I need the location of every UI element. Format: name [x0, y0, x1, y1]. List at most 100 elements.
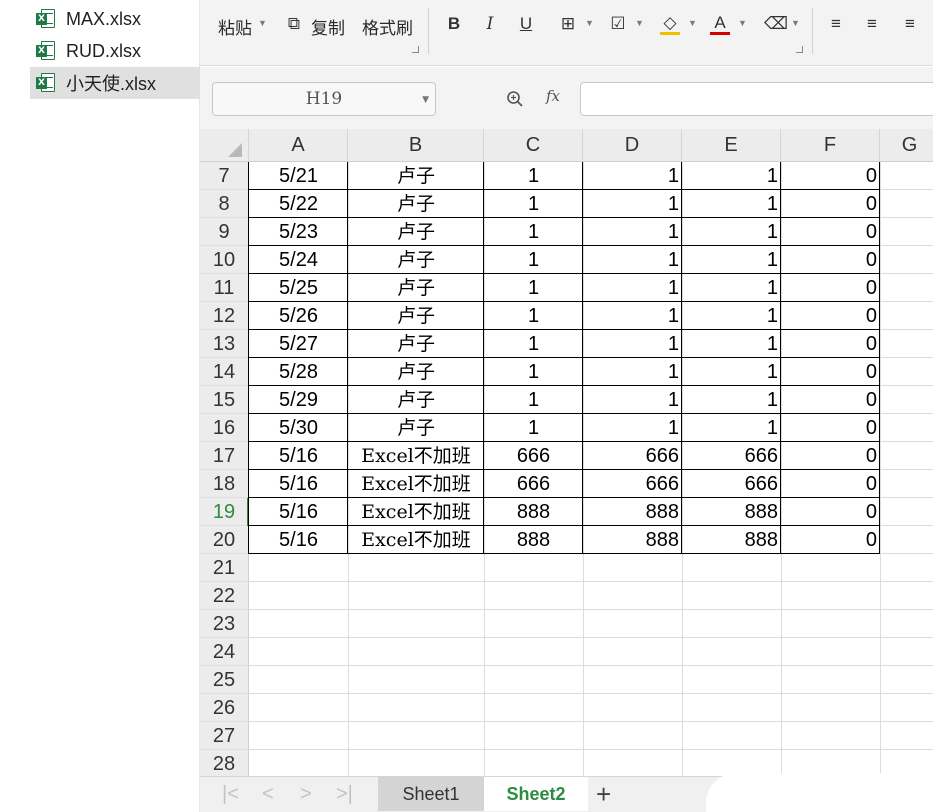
cell-e15[interactable]: 1 [682, 386, 781, 414]
tab-sheet1[interactable]: Sheet1 [378, 777, 484, 811]
cell-e16[interactable]: 1 [682, 414, 781, 442]
cell-e22[interactable] [682, 582, 781, 610]
cell-e17[interactable]: 666 [682, 442, 781, 470]
row-header[interactable]: 21 [200, 554, 249, 582]
cell-f14[interactable]: 0 [781, 358, 880, 386]
cell-e27[interactable] [682, 722, 781, 750]
cell-d21[interactable] [583, 554, 682, 582]
cell-a14[interactable]: 5/28 [249, 358, 348, 386]
cell-c18[interactable]: 666 [484, 470, 583, 498]
cell-b12[interactable]: 卢子 [348, 302, 484, 330]
first-sheet-icon[interactable]: |< [222, 783, 239, 806]
cell-a11[interactable]: 5/25 [249, 274, 348, 302]
cell-c8[interactable]: 1 [484, 190, 583, 218]
cell-a8[interactable]: 5/22 [249, 190, 348, 218]
cell-f15[interactable]: 0 [781, 386, 880, 414]
cell-a12[interactable]: 5/26 [249, 302, 348, 330]
cell-f24[interactable] [781, 638, 880, 666]
row-header[interactable]: 23 [200, 610, 249, 638]
cell-f27[interactable] [781, 722, 880, 750]
column-header-e[interactable]: E [682, 129, 781, 162]
row-header[interactable]: 12 [200, 302, 249, 330]
row-header[interactable]: 8 [200, 190, 249, 218]
cell-d26[interactable] [583, 694, 682, 722]
cell-b20[interactable]: Excel不加班 [348, 526, 484, 554]
row-header[interactable]: 15 [200, 386, 249, 414]
prev-sheet-icon[interactable]: < [262, 783, 274, 806]
cell-b26[interactable] [348, 694, 484, 722]
cell-d17[interactable]: 666 [583, 442, 682, 470]
cell-b21[interactable] [348, 554, 484, 582]
cell-d7[interactable]: 1 [583, 162, 682, 190]
cell-a22[interactable] [249, 582, 348, 610]
cell-f13[interactable]: 0 [781, 330, 880, 358]
cell-f18[interactable]: 0 [781, 470, 880, 498]
cell-a16[interactable]: 5/30 [249, 414, 348, 442]
align-left-icon[interactable]: ≡ [826, 14, 846, 34]
cell-b8[interactable]: 卢子 [348, 190, 484, 218]
cell-e14[interactable]: 1 [682, 358, 781, 386]
cell-d13[interactable]: 1 [583, 330, 682, 358]
select-all-corner[interactable] [200, 129, 249, 162]
cell-b9[interactable]: 卢子 [348, 218, 484, 246]
cell-f9[interactable]: 0 [781, 218, 880, 246]
cell-b19[interactable]: Excel不加班 [348, 498, 484, 526]
cell-d28[interactable] [583, 750, 682, 776]
cell-c16[interactable]: 1 [484, 414, 583, 442]
next-sheet-icon[interactable]: > [300, 783, 312, 806]
cell-a15[interactable]: 5/29 [249, 386, 348, 414]
copy-button[interactable]: 复制 [311, 14, 345, 39]
cell-f12[interactable]: 0 [781, 302, 880, 330]
cell-a25[interactable] [249, 666, 348, 694]
cell-f23[interactable] [781, 610, 880, 638]
cell-d15[interactable]: 1 [583, 386, 682, 414]
cell-f11[interactable]: 0 [781, 274, 880, 302]
row-header[interactable]: 14 [200, 358, 249, 386]
column-header-d[interactable]: D [583, 129, 682, 162]
name-box[interactable]: H19 ▼ [212, 82, 436, 116]
tab-sheet2[interactable]: Sheet2 [484, 777, 588, 811]
cell-b15[interactable]: 卢子 [348, 386, 484, 414]
cell-b27[interactable] [348, 722, 484, 750]
cell-e19[interactable]: 888 [682, 498, 781, 526]
align-right-icon[interactable]: ≡ [900, 14, 920, 34]
border-dropdown-icon[interactable]: ▼ [585, 18, 594, 28]
row-header[interactable]: 16 [200, 414, 249, 442]
cell-d11[interactable]: 1 [583, 274, 682, 302]
cell-c17[interactable]: 666 [484, 442, 583, 470]
column-header-c[interactable]: C [484, 129, 583, 162]
cell-b23[interactable] [348, 610, 484, 638]
cell-f19[interactable]: 0 [781, 498, 880, 526]
cell-d25[interactable] [583, 666, 682, 694]
cell-style-icon[interactable]: ☑ [608, 14, 628, 34]
paste-button[interactable]: 粘贴 [218, 14, 252, 39]
cell-b16[interactable]: 卢子 [348, 414, 484, 442]
row-header[interactable]: 19 [200, 498, 249, 526]
cell-f21[interactable] [781, 554, 880, 582]
cell-e11[interactable]: 1 [682, 274, 781, 302]
row-header[interactable]: 17 [200, 442, 249, 470]
row-header[interactable]: 24 [200, 638, 249, 666]
cell-c22[interactable] [484, 582, 583, 610]
name-box-dropdown-icon[interactable]: ▼ [422, 95, 429, 105]
cell-d22[interactable] [583, 582, 682, 610]
row-header[interactable]: 27 [200, 722, 249, 750]
row-header[interactable]: 11 [200, 274, 249, 302]
cell-c23[interactable] [484, 610, 583, 638]
cell-b17[interactable]: Excel不加班 [348, 442, 484, 470]
cell-a9[interactable]: 5/23 [249, 218, 348, 246]
cell-e12[interactable]: 1 [682, 302, 781, 330]
cell-a10[interactable]: 5/24 [249, 246, 348, 274]
row-header[interactable]: 22 [200, 582, 249, 610]
cell-c9[interactable]: 1 [484, 218, 583, 246]
cell-d18[interactable]: 666 [583, 470, 682, 498]
cell-a13[interactable]: 5/27 [249, 330, 348, 358]
cell-e9[interactable]: 1 [682, 218, 781, 246]
cell-d27[interactable] [583, 722, 682, 750]
cell-a23[interactable] [249, 610, 348, 638]
cell-a28[interactable] [249, 750, 348, 776]
font-group-launcher-icon[interactable] [796, 46, 803, 53]
cell-c7[interactable]: 1 [484, 162, 583, 190]
cell-c11[interactable]: 1 [484, 274, 583, 302]
cell-d10[interactable]: 1 [583, 246, 682, 274]
